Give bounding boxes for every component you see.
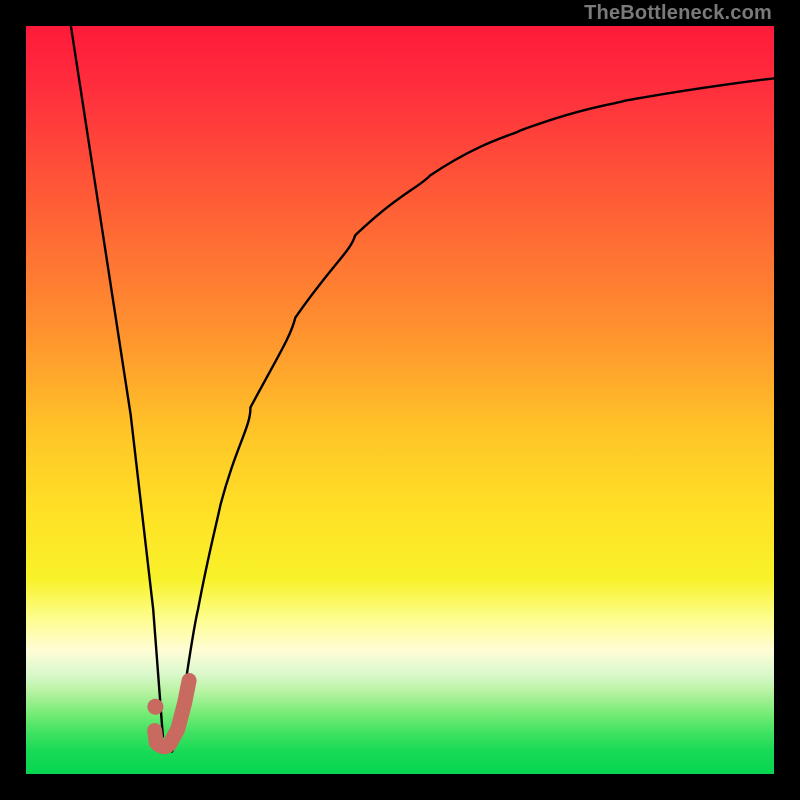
curve-left-branch: [71, 26, 163, 737]
j-marker-dot: [147, 699, 163, 715]
bottleneck-curve-svg: [26, 26, 774, 774]
chart-frame: TheBottleneck.com: [0, 0, 800, 800]
curve-right-branch: [172, 78, 774, 751]
watermark-text: TheBottleneck.com: [584, 2, 772, 25]
plot-area: [26, 26, 774, 774]
